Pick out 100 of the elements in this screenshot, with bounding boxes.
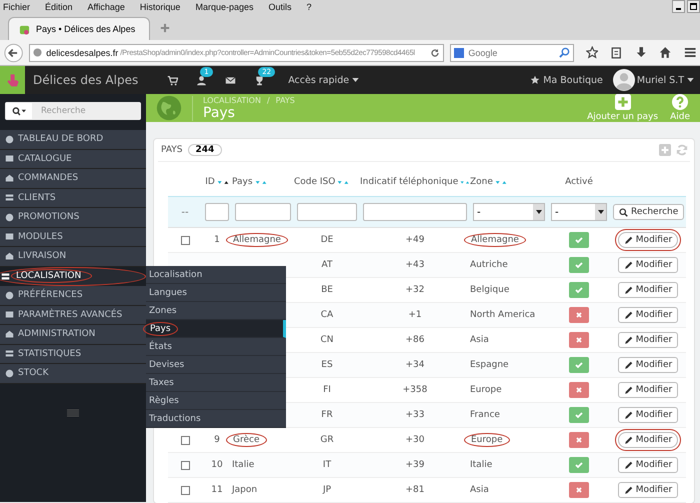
sidebar-item[interactable]: CLIENTS [0, 188, 146, 208]
sidebar-item[interactable]: LOCALISATION [0, 266, 146, 286]
menu-icon[interactable] [684, 46, 696, 59]
edit-button[interactable]: Modifier [618, 457, 678, 473]
search-icon [619, 208, 628, 216]
edit-button[interactable]: Modifier [618, 382, 678, 398]
zone-filter-select[interactable]: - [473, 203, 545, 221]
table-cell: Belgique [470, 285, 510, 295]
submenu-item[interactable]: Pays [146, 320, 286, 338]
star-icon[interactable] [586, 46, 598, 59]
pencil-icon [624, 386, 633, 394]
user-menu[interactable]: Muriel S.T [636, 74, 694, 86]
row-checkbox[interactable] [180, 486, 190, 494]
cart-icon[interactable] [167, 74, 178, 86]
sidebar-item[interactable]: MODULES [0, 228, 146, 247]
search-icon[interactable] [12, 106, 26, 116]
menu-item[interactable]: Édition [45, 2, 73, 12]
download-icon[interactable] [634, 46, 648, 59]
menu-item[interactable]: Marque-pages [195, 2, 254, 12]
menu-item[interactable]: Fichier [3, 2, 30, 12]
table-cell: DE [320, 235, 334, 245]
search-engine-icon[interactable] [454, 48, 464, 58]
house-icon [5, 252, 14, 261]
column-header[interactable]: ID [205, 177, 215, 187]
edit-button[interactable]: Modifier [618, 332, 678, 348]
sidebar-item[interactable]: PRÉFÉRENCES [0, 286, 146, 306]
edit-button[interactable]: Modifier [618, 432, 678, 448]
sidebar-item[interactable]: ADMINISTRATION [0, 325, 146, 344]
enabled-toggle[interactable] [569, 457, 589, 473]
table-cell: 11 [211, 485, 223, 495]
enabled-toggle[interactable] [569, 282, 589, 298]
restore-button[interactable] [687, 0, 700, 13]
clipboard-icon[interactable] [610, 46, 623, 59]
web-search-field[interactable]: Google [450, 44, 574, 62]
search-button[interactable]: Recherche [613, 204, 684, 220]
sidebar-item[interactable]: STATISTIQUES [0, 344, 146, 364]
column-header[interactable]: Indicatif téléphonique [360, 177, 458, 187]
circle-icon [5, 212, 14, 222]
column-header[interactable]: Code ISO [294, 177, 336, 187]
enabled-toggle[interactable] [569, 232, 589, 248]
check-icon [574, 285, 584, 295]
active-filter-select[interactable]: - [551, 203, 607, 221]
sidebar-item[interactable]: PARAMÈTRES AVANCÉS [0, 306, 146, 325]
table-cell: CN [320, 335, 334, 345]
edit-button[interactable]: Modifier [618, 357, 678, 373]
square-icon [5, 310, 14, 320]
row-checkbox[interactable] [180, 460, 190, 470]
square-icon [5, 232, 14, 242]
filter-field[interactable] [205, 203, 229, 221]
edit-button[interactable]: Modifier [618, 282, 678, 298]
menu-item[interactable]: Outils [268, 2, 292, 12]
pencil-icon [624, 460, 633, 470]
sidebar-item[interactable]: TABLEAU DE BORD [0, 130, 146, 150]
sidebar-item[interactable]: STOCK [0, 364, 146, 384]
filter-field[interactable] [363, 203, 467, 221]
sidebar-item[interactable]: PROMOTIONS [0, 208, 146, 228]
filter-field[interactable] [235, 203, 291, 221]
menu-item[interactable]: Historique [140, 2, 180, 12]
menu-item[interactable]: Affichage [88, 2, 125, 12]
table-cell: Autriche [470, 260, 508, 270]
shop-name[interactable]: Délices des Alpes [33, 73, 138, 87]
panel-title: PAYS [161, 145, 183, 155]
edit-button[interactable]: Modifier [618, 407, 678, 423]
filter-field[interactable] [297, 203, 357, 221]
breadcrumb-separator: / [266, 96, 270, 104]
star-icon [530, 75, 540, 85]
row-checkbox[interactable] [180, 436, 190, 444]
reload-icon[interactable] [430, 48, 440, 58]
enabled-toggle[interactable] [569, 357, 589, 373]
edit-button[interactable]: Modifier [618, 257, 678, 273]
quick-access-menu[interactable]: Accès rapide [288, 74, 360, 86]
enabled-toggle[interactable] [569, 407, 589, 423]
table-cell: Japon [232, 485, 258, 495]
new-tab-icon[interactable] [160, 23, 170, 33]
row-checkbox[interactable] [180, 236, 190, 244]
avatar-icon[interactable] [612, 69, 635, 91]
table-cell: BE [321, 285, 333, 295]
trophy-icon[interactable] [254, 74, 266, 86]
column-header[interactable]: Zone [470, 177, 493, 187]
table-cell: Grèce [226, 433, 266, 447]
user-icon[interactable] [196, 74, 208, 86]
enabled-toggle[interactable] [569, 257, 589, 273]
column-header[interactable]: Pays [232, 177, 253, 187]
edit-button[interactable]: Modifier [618, 307, 678, 323]
browser-tab[interactable]: Pays • Délices des Alpes [8, 17, 150, 40]
menu-item[interactable]: ? [306, 2, 312, 12]
edit-button[interactable]: Modifier [618, 482, 678, 498]
table-cell: Italie [470, 460, 492, 470]
back-icon[interactable] [4, 42, 24, 62]
minimize-button[interactable] [672, 0, 685, 13]
edit-button[interactable]: Modifier [618, 232, 678, 248]
table-cell: Allemagne [226, 233, 288, 247]
sort-arrows-icon[interactable] [216, 180, 229, 184]
my-shop-link[interactable]: Ma Boutique [530, 74, 603, 86]
envelope-icon[interactable] [225, 74, 236, 86]
home-icon[interactable] [659, 46, 672, 59]
sidebar-item[interactable]: COMMANDES [0, 169, 146, 188]
sidebar-item[interactable]: CATALOGUE [0, 150, 146, 169]
collapse-icon[interactable] [67, 408, 79, 416]
sidebar-item[interactable]: LIVRAISON [0, 247, 146, 266]
